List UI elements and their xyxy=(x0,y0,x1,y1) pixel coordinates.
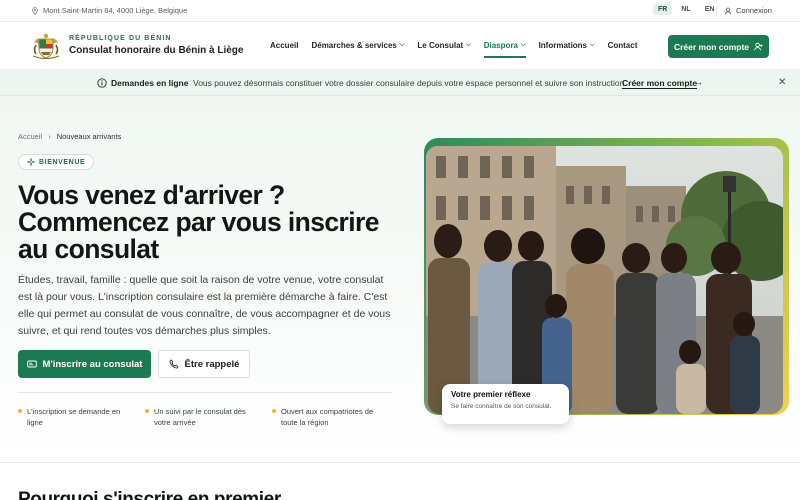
chevron-down-icon: ⌵ xyxy=(590,42,595,48)
breadcrumb-current: Nouveaux arrivants xyxy=(56,132,122,141)
address: Mont Saint-Martin 84, 4000 Liège, Belgiq… xyxy=(31,6,187,15)
nav-diaspora[interactable]: Diaspora ⌵ xyxy=(483,41,526,58)
nav-label: Contact xyxy=(607,41,638,50)
breadcrumb-home[interactable]: Accueil xyxy=(18,132,42,141)
lang-nl[interactable]: NL xyxy=(676,4,695,15)
register-button[interactable]: M'inscrire au consulat xyxy=(18,350,151,378)
nav-label: Informations xyxy=(538,41,588,50)
main-nav: Accueil Démarches & services ⌵ Le Consula… xyxy=(270,41,650,58)
nav-label: Démarches & services xyxy=(311,41,397,50)
chevron-down-icon: ⌵ xyxy=(399,42,405,48)
announcement-title: Demandes en ligne xyxy=(111,78,189,88)
callback-button[interactable]: Être rappelé xyxy=(158,350,250,378)
caption-subtitle: Se faire connaître de son consulat. xyxy=(451,403,552,410)
nav-label: Le Consulat xyxy=(417,41,464,50)
feature-item: Un suivi par le consulat dès votre arriv… xyxy=(145,406,263,428)
user-icon xyxy=(724,7,732,14)
section-title: Pourquoi s'inscrire en premier xyxy=(18,489,281,500)
photo-caption-card: Votre premier réflexe Se faire connaître… xyxy=(442,384,569,424)
create-account-label: Créer mon compte xyxy=(673,41,750,52)
nav-consulat[interactable]: Le Consulat ⌵ xyxy=(417,41,470,50)
feature-text: Un suivi par le consulat dès votre arriv… xyxy=(154,407,246,427)
nav-accueil[interactable]: Accueil xyxy=(270,41,298,50)
nav-label: Diaspora xyxy=(483,41,518,50)
divider xyxy=(716,6,717,16)
create-account-button[interactable]: Créer mon compte xyxy=(668,35,769,58)
hero-photo xyxy=(426,146,783,414)
phone-icon xyxy=(169,359,179,369)
main-header: RÉPUBLIQUE DU BÉNIN Consulat honoraire d… xyxy=(0,22,800,70)
chevron-down-icon: ⌵ xyxy=(521,42,526,48)
brand-name[interactable]: Consulat honoraire du Bénin à Liège xyxy=(69,45,243,56)
sparkle-icon xyxy=(27,158,35,166)
login-link[interactable]: Connexion xyxy=(724,6,772,15)
caption-title: Votre premier réflexe xyxy=(451,390,531,399)
welcome-badge: BIENVENUE xyxy=(18,154,95,170)
callback-label: Être rappelé xyxy=(184,358,240,370)
register-label: M'inscrire au consulat xyxy=(42,358,143,370)
bullet-icon xyxy=(18,409,22,413)
chevron-right-icon: › xyxy=(48,132,51,141)
nav-informations[interactable]: Informations ⌵ xyxy=(539,41,595,50)
location-pin-icon xyxy=(32,6,38,15)
info-icon xyxy=(97,78,107,88)
announcement-bar: Demandes en ligne Vous pouvez désormais … xyxy=(0,70,800,96)
feature-text: L'inscription se demande en ligne xyxy=(27,407,121,427)
announcement-link[interactable]: Créer mon compte xyxy=(622,78,698,89)
lang-fr[interactable]: FR xyxy=(653,4,673,15)
close-icon[interactable]: ✕ xyxy=(778,77,786,88)
arrow-right-icon: → xyxy=(694,77,703,87)
badge-label: BIENVENUE xyxy=(39,158,86,166)
nav-contact[interactable]: Contact xyxy=(608,41,638,50)
login-label: Connexion xyxy=(736,6,772,15)
coat-of-arms-logo[interactable] xyxy=(30,30,62,62)
brand-country: RÉPUBLIQUE DU BÉNIN xyxy=(69,35,172,42)
feature-item: Ouvert aux compatriotes de toute la régi… xyxy=(272,406,390,428)
hero-description: Études, travail, famille : quelle que so… xyxy=(18,274,391,337)
feature-text: Ouvert aux compatriotes de toute la régi… xyxy=(281,407,374,427)
chevron-down-icon: ⌵ xyxy=(466,42,471,48)
breadcrumb: Accueil › Nouveaux arrivants xyxy=(18,132,121,141)
section-divider xyxy=(0,462,800,463)
divider xyxy=(18,392,392,393)
utility-bar: Mont Saint-Martin 84, 4000 Liège, Belgiq… xyxy=(0,0,800,22)
language-switcher: FR NL EN xyxy=(653,4,719,15)
announcement-text: Vous pouvez désormais constituer votre d… xyxy=(193,78,627,88)
nav-label: Accueil xyxy=(270,41,299,50)
page-title: Vous venez d'arriver ? Commencez par vou… xyxy=(18,180,379,264)
nav-demarches[interactable]: Démarches & services ⌵ xyxy=(311,41,404,50)
user-plus-icon xyxy=(754,42,763,51)
id-card-icon xyxy=(26,360,37,368)
bullet-icon xyxy=(272,409,276,413)
feature-item: L'inscription se demande en ligne xyxy=(18,406,136,428)
address-text: Mont Saint-Martin 84, 4000 Liège, Belgiq… xyxy=(43,6,188,15)
bullet-icon xyxy=(145,409,149,413)
